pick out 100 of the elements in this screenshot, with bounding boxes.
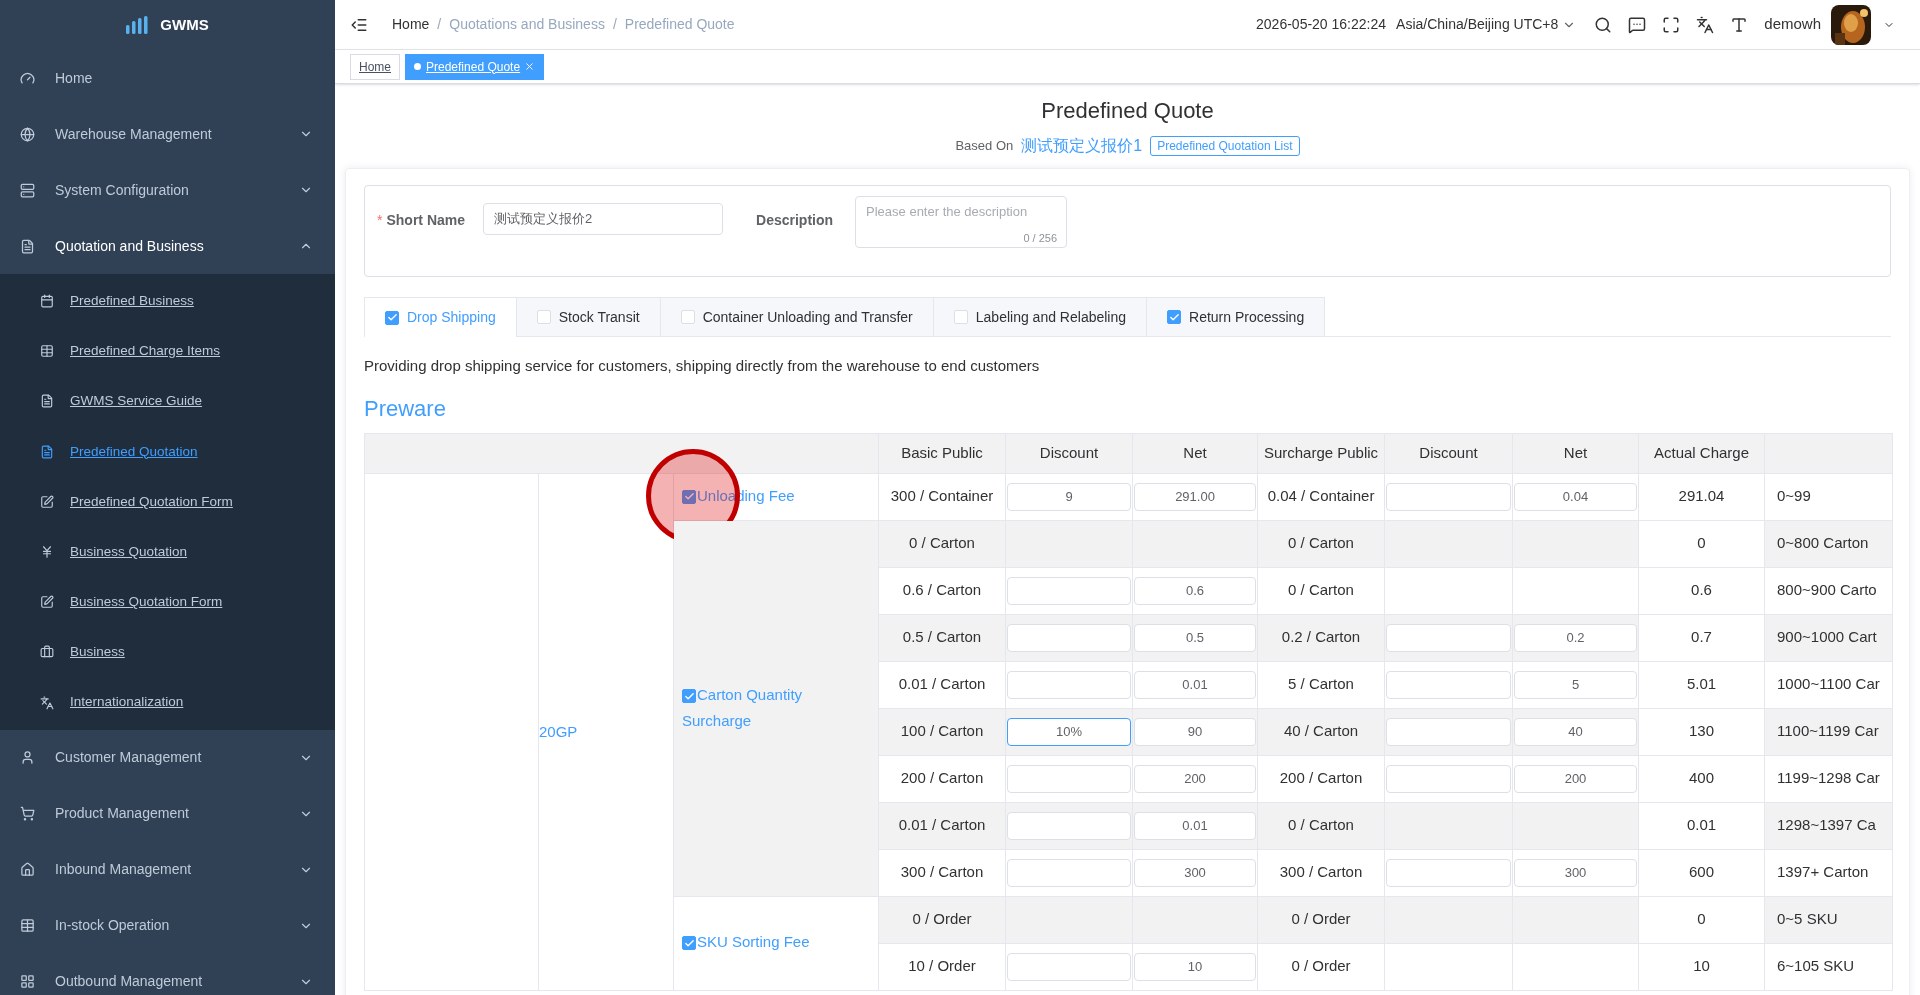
input-field[interactable]: 5 [1514,670,1637,699]
input-field[interactable] [1386,482,1511,511]
briefcase-icon [40,645,54,660]
translate-icon[interactable] [1696,15,1715,34]
input-field[interactable]: 0.01 [1134,811,1256,840]
gauge-icon [20,70,35,86]
table-cell: 600 [1638,849,1765,896]
table-cell: 0.7 [1638,614,1765,661]
column-header: Actual Charge [1638,433,1765,473]
table-cell: 0.01 / Carton [878,802,1006,849]
input-field[interactable]: 291.00 [1134,482,1256,511]
menu-item[interactable]: Product Management [0,785,335,842]
breadcrumb-item: Predefined Quote [624,15,735,34]
column-header: Net [1132,433,1258,473]
close-icon[interactable] [524,61,536,72]
input-field[interactable] [1386,717,1511,746]
input-field[interactable] [1386,764,1511,793]
checkbox[interactable] [385,310,399,325]
submenu-link[interactable]: Business Quotation [70,541,188,563]
submenu-link[interactable]: Predefined Quotation Form [70,491,233,512]
menu-item[interactable]: Customer Management [0,729,335,786]
column-header: Surcharge Public [1257,433,1385,473]
input-field[interactable] [1007,623,1131,652]
table-cell: 0 / Order [878,896,1006,943]
menu-item[interactable]: Home [0,50,335,106]
based-on-label: Based On [955,137,1014,156]
table-cell: 0 / Carton [878,520,1006,567]
input-field[interactable]: 10 [1134,952,1256,981]
user-icon [20,750,35,766]
input-field[interactable] [1386,858,1511,887]
input-field[interactable] [1007,576,1131,605]
input-field[interactable] [1386,670,1511,699]
checkbox[interactable] [1167,310,1182,324]
submenu-link[interactable]: GWMS Service Guide [70,391,203,412]
submenu-link[interactable]: Internationalization [70,692,184,713]
table-cell: 200 / Carton [878,755,1006,802]
table-cell: 0 / Carton [1257,802,1385,849]
translate-icon [40,695,54,710]
search-icon[interactable] [1594,15,1613,34]
service-tab[interactable]: Return Processing [1146,297,1326,336]
document-icon [40,394,54,409]
input-field[interactable]: 200 [1134,764,1256,793]
input-field[interactable]: 测试预定义报价2 [483,203,724,235]
input-field[interactable]: 0.2 [1514,623,1637,652]
fullscreen-icon[interactable] [1662,15,1681,34]
font-size-icon[interactable] [1730,15,1749,34]
globe-icon [20,126,35,142]
submenu-link[interactable]: Predefined Business [70,290,194,312]
submenu-link[interactable]: Predefined Quotation [70,441,198,462]
menu-item[interactable]: Quotation and Business [0,218,335,274]
table-cell: 10 / Order [878,943,1006,990]
table-cell: 300 / Container [878,473,1006,520]
column-header: Basic Public [878,433,1006,473]
input-field[interactable] [1007,952,1131,981]
input-field[interactable] [1007,670,1131,699]
submenu-link[interactable]: Business Quotation Form [70,592,223,613]
document-icon [40,444,54,459]
breadcrumb-separator: / [437,15,442,34]
input-field[interactable]: 300 [1134,858,1256,887]
menu-item[interactable]: Inbound Management [0,841,335,898]
table-cell: 1100~1199 Car [1764,708,1893,755]
breadcrumb-separator: / [612,15,617,34]
input-field[interactable] [1007,764,1131,793]
service-tab[interactable]: Stock Transit [515,297,660,336]
input-field[interactable] [1386,623,1511,652]
checkbox[interactable] [682,689,696,703]
submenu-link[interactable]: Predefined Charge Items [70,341,221,362]
menu-item[interactable]: Outbound Management [0,953,335,995]
breadcrumb-item[interactable]: Home [392,14,430,35]
input-field[interactable]: 10% [1007,717,1131,746]
checkbox[interactable] [682,489,696,504]
input-field[interactable]: 300 [1514,858,1637,887]
column-header: Net [1512,433,1639,473]
input-field[interactable]: 90 [1134,717,1256,746]
table-cell: 40 / Carton [1257,708,1385,755]
service-description: Providing drop shipping service for customers, shipping directly from the warehouse to end customers [364,356,1041,376]
input-field[interactable]: 0.6 [1134,576,1256,605]
table-cell: 5 / Carton [1257,661,1385,708]
input-field[interactable]: 0.5 [1134,623,1256,652]
table-cell: 0 / Order [1257,943,1385,990]
service-tab[interactable]: Labeling and Relabeling [932,297,1147,336]
edit-icon [40,494,54,509]
datetime: 2026-05-20 16:22:24 [1256,15,1387,34]
checkbox[interactable] [682,936,696,950]
chat-icon[interactable] [1628,15,1647,34]
input-field[interactable]: 0.01 [1134,670,1256,699]
input-field[interactable]: 9 [1007,482,1131,511]
timezone-select[interactable]: Asia/China/Beijing UTC+8 [1396,14,1577,35]
menu-item[interactable]: Warehouse Management [0,106,335,162]
service-tab[interactable]: Container Unloading and Transfer [659,297,933,336]
input-field[interactable] [1007,858,1131,887]
page-tab[interactable]: Home [350,53,400,80]
input-field[interactable]: 0.04 [1514,482,1637,511]
input-field[interactable]: 40 [1514,717,1637,746]
menu-item[interactable]: In-stock Operation [0,897,335,954]
username[interactable]: demowh [1764,13,1821,36]
submenu-link[interactable]: Business [70,642,125,663]
input-field[interactable] [1007,811,1131,840]
menu-item[interactable]: System Configuration [0,162,335,218]
input-field[interactable]: 200 [1514,764,1637,793]
